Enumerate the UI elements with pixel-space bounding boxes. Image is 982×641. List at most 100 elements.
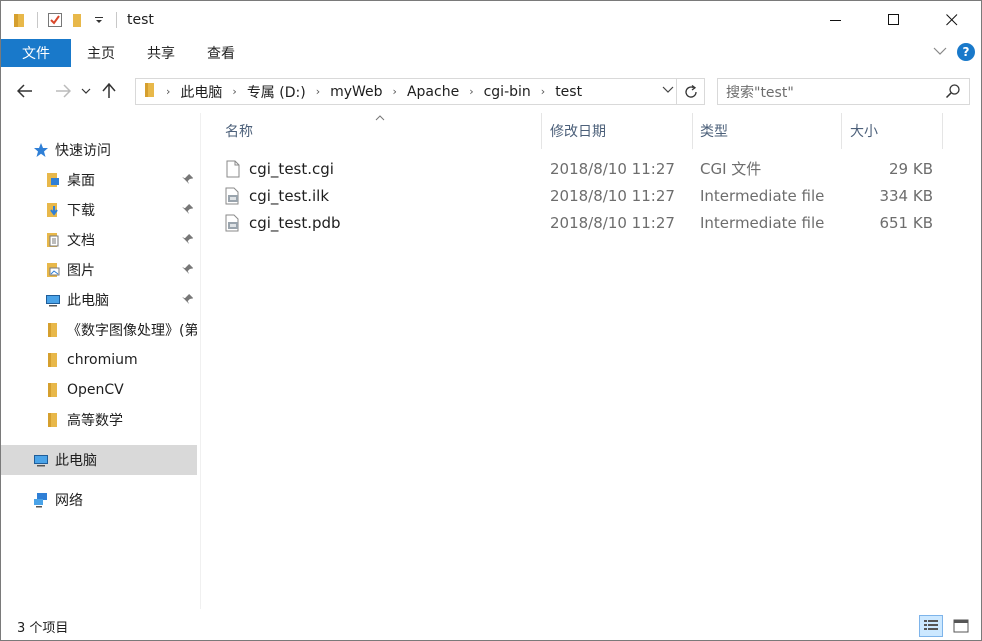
nav-label: 快速访问	[55, 143, 111, 159]
maximize-button[interactable]	[865, 1, 923, 39]
folder-icon	[144, 82, 156, 102]
nav-label: 下载	[67, 203, 95, 219]
minimize-button[interactable]	[807, 1, 865, 39]
file-type: CGI 文件	[700, 160, 762, 178]
pin-icon[interactable]	[181, 173, 194, 188]
nav-label: 桌面	[67, 173, 95, 189]
nav-item-documents[interactable]: 文档	[1, 225, 197, 255]
customize-toolbar-dropdown-icon[interactable]	[90, 11, 108, 29]
folder-icon	[11, 11, 29, 29]
nav-item-opencv[interactable]: OpenCV	[1, 375, 197, 405]
window-title: test	[127, 12, 154, 28]
breadcrumb-test[interactable]: test	[555, 84, 582, 100]
nav-item-digital-image-processing[interactable]: 《数字图像处理》(第	[1, 315, 197, 345]
system-file-icon	[225, 187, 241, 205]
tab-file[interactable]: 文件	[1, 39, 71, 67]
system-file-icon	[225, 214, 241, 232]
documents-icon	[45, 232, 61, 248]
file-date: 2018/8/10 11:27	[550, 159, 675, 178]
chevron-right-icon[interactable]: ›	[541, 85, 545, 98]
pin-icon[interactable]	[181, 263, 194, 278]
nav-item-downloads[interactable]: 下载	[1, 195, 197, 225]
new-folder-icon[interactable]	[68, 11, 86, 29]
chevron-down-icon[interactable]	[662, 83, 674, 97]
navigation-bar: › 此电脑 › 专属 (D:) › myWeb › Apache › cgi-b…	[1, 67, 981, 115]
column-divider[interactable]	[692, 113, 693, 149]
recent-locations-dropdown[interactable]	[77, 77, 95, 105]
forward-button[interactable]	[49, 77, 77, 105]
nav-item-pictures[interactable]: 图片	[1, 255, 197, 285]
column-header-label: 大小	[850, 124, 878, 140]
close-button[interactable]	[923, 1, 981, 39]
chevron-right-icon[interactable]: ›	[469, 85, 473, 98]
up-button[interactable]	[95, 77, 123, 105]
nav-item-advanced-math[interactable]: 高等数学	[1, 405, 197, 435]
column-header-name[interactable]: 名称	[225, 113, 535, 149]
table-row[interactable]: cgi_test.pdb 2018/8/10 11:27 Intermediat…	[215, 209, 945, 236]
column-divider[interactable]	[841, 113, 842, 149]
nav-item-this-pc-pinned[interactable]: 此电脑	[1, 285, 197, 315]
column-header-date[interactable]: 修改日期	[550, 113, 690, 149]
large-icons-view-button[interactable]	[949, 615, 973, 637]
column-divider[interactable]	[541, 113, 542, 149]
nav-item-network[interactable]: 网络	[1, 485, 197, 515]
tab-share[interactable]: 共享	[131, 39, 191, 67]
table-row[interactable]: cgi_test.ilk 2018/8/10 11:27 Intermediat…	[215, 182, 945, 209]
column-divider[interactable]	[942, 113, 943, 149]
folder-icon	[45, 382, 61, 398]
chevron-right-icon[interactable]: ›	[393, 85, 397, 98]
chevron-right-icon: ›	[166, 85, 171, 98]
expand-ribbon-icon[interactable]	[933, 44, 947, 60]
table-row[interactable]: cgi_test.cgi 2018/8/10 11:27 CGI 文件 29 K…	[215, 155, 945, 182]
details-view-icon	[924, 620, 938, 630]
nav-label: chromium	[67, 352, 138, 368]
file-date: 2018/8/10 11:27	[550, 213, 675, 232]
nav-quick-access[interactable]: 快速访问	[1, 135, 197, 165]
column-header-type[interactable]: 类型	[700, 113, 840, 149]
title-bar: test	[1, 1, 981, 39]
nav-label: OpenCV	[67, 382, 124, 398]
file-size: 334 KB	[879, 186, 933, 205]
file-icon	[225, 160, 241, 178]
file-name: cgi_test.cgi	[249, 159, 334, 178]
folder-icon	[45, 412, 61, 428]
breadcrumb-cgi-bin[interactable]: cgi-bin	[484, 84, 531, 100]
file-list: 名称 修改日期 类型 大小 cgi_test.cgi 2018/8/10 11:…	[215, 113, 975, 603]
breadcrumb-apache[interactable]: Apache	[407, 84, 459, 100]
search-icon[interactable]	[945, 83, 961, 103]
search-placeholder: 搜索"test"	[726, 84, 794, 101]
chevron-right-icon[interactable]: ›	[232, 85, 236, 98]
nav-label: 《数字图像处理》(第	[67, 323, 197, 339]
pin-icon[interactable]	[181, 203, 194, 218]
status-bar: 3 个项目	[1, 613, 981, 640]
breadcrumb-myweb[interactable]: myWeb	[330, 84, 382, 100]
nav-item-desktop[interactable]: 桌面	[1, 165, 197, 195]
pane-divider[interactable]	[200, 113, 201, 609]
file-type: Intermediate file	[700, 186, 825, 205]
details-view-button[interactable]	[919, 615, 943, 637]
breadcrumb-this-pc[interactable]: 此电脑	[180, 82, 222, 102]
chevron-right-icon[interactable]: ›	[316, 85, 320, 98]
nav-item-chromium[interactable]: chromium	[1, 345, 197, 375]
address-bar[interactable]: › 此电脑 › 专属 (D:) › myWeb › Apache › cgi-b…	[135, 78, 705, 105]
pin-icon[interactable]	[181, 293, 194, 308]
properties-icon[interactable]	[46, 11, 64, 29]
computer-icon	[33, 452, 49, 468]
tab-home[interactable]: 主页	[71, 39, 131, 67]
search-input[interactable]: 搜索"test"	[717, 78, 970, 105]
breadcrumb-drive-d[interactable]: 专属 (D:)	[247, 82, 306, 102]
pin-icon[interactable]	[181, 233, 194, 248]
back-button[interactable]	[11, 77, 39, 105]
nav-item-this-pc[interactable]: 此电脑	[1, 445, 197, 475]
navigation-pane: 快速访问 桌面 下载 文档 图片 此电脑 《数字图像处理》(第 chromium…	[1, 131, 199, 601]
desktop-icon	[45, 172, 61, 188]
large-icons-view-icon	[953, 619, 969, 633]
toolbar-divider	[116, 12, 117, 28]
column-header-size[interactable]: 大小	[850, 113, 940, 149]
refresh-button[interactable]	[676, 79, 704, 104]
pictures-icon	[45, 262, 61, 278]
help-icon[interactable]: ?	[957, 43, 975, 61]
item-count: 3 个项目	[17, 621, 69, 636]
nav-label: 文档	[67, 233, 95, 249]
tab-view[interactable]: 查看	[191, 39, 251, 67]
